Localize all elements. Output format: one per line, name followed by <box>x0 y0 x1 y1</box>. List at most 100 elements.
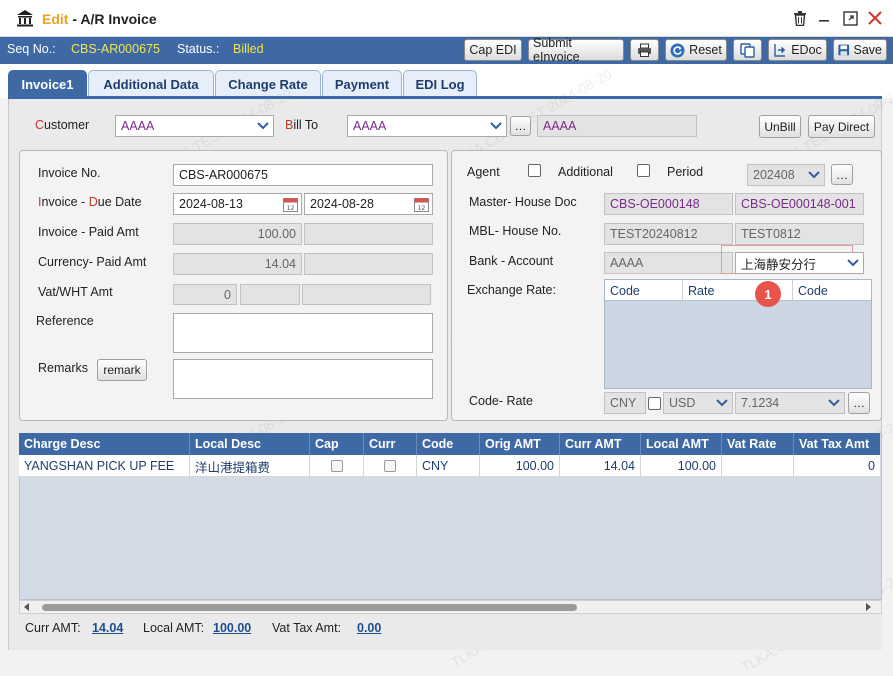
period-select[interactable]: 202408 <box>747 164 825 186</box>
due-date-field[interactable]: 2024-08-28 12 <box>304 193 433 215</box>
rate-checkbox[interactable] <box>648 397 661 410</box>
tab-change-rate[interactable]: Change Rate <box>215 70 321 97</box>
save-button[interactable]: Save <box>833 39 887 61</box>
seq-value: CBS-AR000675 <box>71 42 160 56</box>
invoice-no-label: Invoice No. <box>38 166 101 180</box>
print-icon <box>638 43 651 57</box>
bill-to-name-field: AAAA <box>537 115 697 137</box>
pay-direct-button[interactable]: Pay Direct <box>808 115 875 138</box>
scroll-left-icon[interactable] <box>24 603 29 611</box>
vat-wht-amt-label: Vat/WHT Amt <box>38 285 113 299</box>
unbill-label: UnBill <box>764 119 796 134</box>
col-orig-amt: Orig AMT <box>480 433 560 455</box>
bill-to-lookup-button[interactable]: … <box>510 116 531 136</box>
house-doc-value: CBS-OE000148-001 <box>741 197 856 211</box>
cell-charge-desc: YANGSHAN PICK UP FEE <box>19 455 190 477</box>
invoice-date-field[interactable]: 2024-08-13 12 <box>173 193 302 215</box>
invoice-amt-field: 100.00 <box>173 223 302 245</box>
vat-tax-amt-total[interactable]: 0.00 <box>357 621 381 635</box>
vat-amt-value: 0 <box>224 287 231 302</box>
cell-orig-amt: 100.00 <box>480 455 560 477</box>
reference-label: Reference <box>36 314 94 328</box>
vat-tax-amt-label: Vat Tax Amt: <box>272 621 342 635</box>
account-select[interactable]: 上海静安分行 <box>735 252 864 274</box>
wht-amt-field <box>240 284 300 305</box>
tab-payment[interactable]: Payment <box>322 70 402 97</box>
remarks-textarea[interactable] <box>173 359 433 399</box>
maximize-icon[interactable] <box>841 9 859 27</box>
curr-checkbox[interactable] <box>384 460 396 472</box>
cap-checkbox[interactable] <box>330 460 343 472</box>
tab-additional-data[interactable]: Additional Data <box>88 70 214 97</box>
rate-currency-value: USD <box>669 396 696 410</box>
unbill-button[interactable]: UnBill <box>759 115 801 138</box>
invoice-due-date-label: Invoice - Due Date <box>38 195 142 209</box>
additional-checkbox[interactable] <box>637 164 650 177</box>
save-label: Save <box>853 43 883 57</box>
edoc-icon <box>774 44 786 57</box>
submit-einvoice-button[interactable]: Submit eInvoice <box>528 36 624 64</box>
toolbar: Seq No.: CBS-AR000675 Status.: Billed Ca… <box>0 36 893 64</box>
col-code: Code <box>417 433 480 455</box>
rate-lookup-button[interactable]: … <box>848 392 870 414</box>
trash-icon[interactable] <box>791 9 809 27</box>
period-lookup-button[interactable]: … <box>831 164 853 185</box>
tab-invoice1[interactable]: Invoice1 <box>8 70 87 97</box>
svg-text:12: 12 <box>418 205 426 212</box>
currency-amt-value: 14.04 <box>264 257 296 271</box>
edoc-button[interactable]: EDoc <box>768 39 827 61</box>
code-field: CNY <box>604 392 646 414</box>
horizontal-scrollbar[interactable] <box>19 600 882 614</box>
due-date-required: D <box>88 195 98 209</box>
scrollbar-thumb[interactable] <box>42 604 577 611</box>
remark-button[interactable]: remark <box>97 359 147 381</box>
scroll-right-icon[interactable] <box>866 603 871 611</box>
title-name: A/R Invoice <box>80 11 157 27</box>
vat-extra-field <box>302 284 431 305</box>
customer-select[interactable]: AAAA <box>115 115 274 137</box>
rate-currency-select[interactable]: USD <box>663 392 733 414</box>
customer-label: Customer <box>35 118 89 132</box>
reset-button[interactable]: Reset <box>665 39 727 61</box>
col-local-amt: Local AMT <box>641 433 722 455</box>
customer-value: AAAA <box>121 119 155 133</box>
title-mode: Edit <box>42 11 69 27</box>
col-cap: Cap <box>310 433 364 455</box>
pay-direct-label: Pay Direct <box>813 119 870 134</box>
title-separator: - <box>68 11 81 27</box>
cell-curr-amt: 14.04 <box>560 455 641 477</box>
bill-to-name-value: AAAA <box>543 119 577 133</box>
minimize-icon[interactable] <box>815 9 833 27</box>
local-amt-total[interactable]: 100.00 <box>213 621 251 635</box>
cell-local-amt: 100.00 <box>641 455 722 477</box>
bank-account-label: Bank - Account <box>469 254 554 268</box>
mbl-no-value: TEST20240812 <box>610 227 698 241</box>
reference-textarea[interactable] <box>173 313 433 353</box>
edoc-label: EDoc <box>791 43 822 57</box>
print-button[interactable] <box>630 39 659 61</box>
tab-label: EDI Log <box>415 76 465 92</box>
tab-edi-log[interactable]: EDI Log <box>403 70 477 97</box>
invoice-paid-amt-label: Invoice - Paid Amt <box>38 225 139 239</box>
calendar-icon[interactable]: 12 <box>283 197 298 212</box>
copy-button[interactable] <box>733 39 762 61</box>
cell-vat-tax-amt: 0 <box>868 459 875 473</box>
agent-checkbox[interactable] <box>528 164 541 177</box>
tab-label: Payment <box>334 76 390 92</box>
invoice-no-value: CBS-AR000675 <box>179 168 268 182</box>
bill-to-label: Bill To <box>285 118 318 132</box>
table-row[interactable]: YANGSHAN PICK UP FEE 洋山港提箱费 CNY 100.00 1… <box>19 455 880 477</box>
col-curr-amt: Curr AMT <box>560 433 641 455</box>
bill-to-select[interactable]: AAAA <box>347 115 507 137</box>
close-icon[interactable] <box>866 9 884 27</box>
currency-amt-field: 14.04 <box>173 253 302 275</box>
curr-amt-total[interactable]: 14.04 <box>92 621 123 635</box>
invoice-no-field[interactable]: CBS-AR000675 <box>173 164 433 186</box>
copy-icon <box>740 42 755 58</box>
calendar-icon[interactable]: 12 <box>414 197 429 212</box>
chevron-down-icon <box>827 396 841 410</box>
invoice-paid-amt-field <box>304 223 433 245</box>
rate-value-select[interactable]: 7.1234 <box>735 392 845 414</box>
code-rate-label: Code- Rate <box>469 394 533 408</box>
cap-edi-button[interactable]: Cap EDI <box>464 39 522 61</box>
